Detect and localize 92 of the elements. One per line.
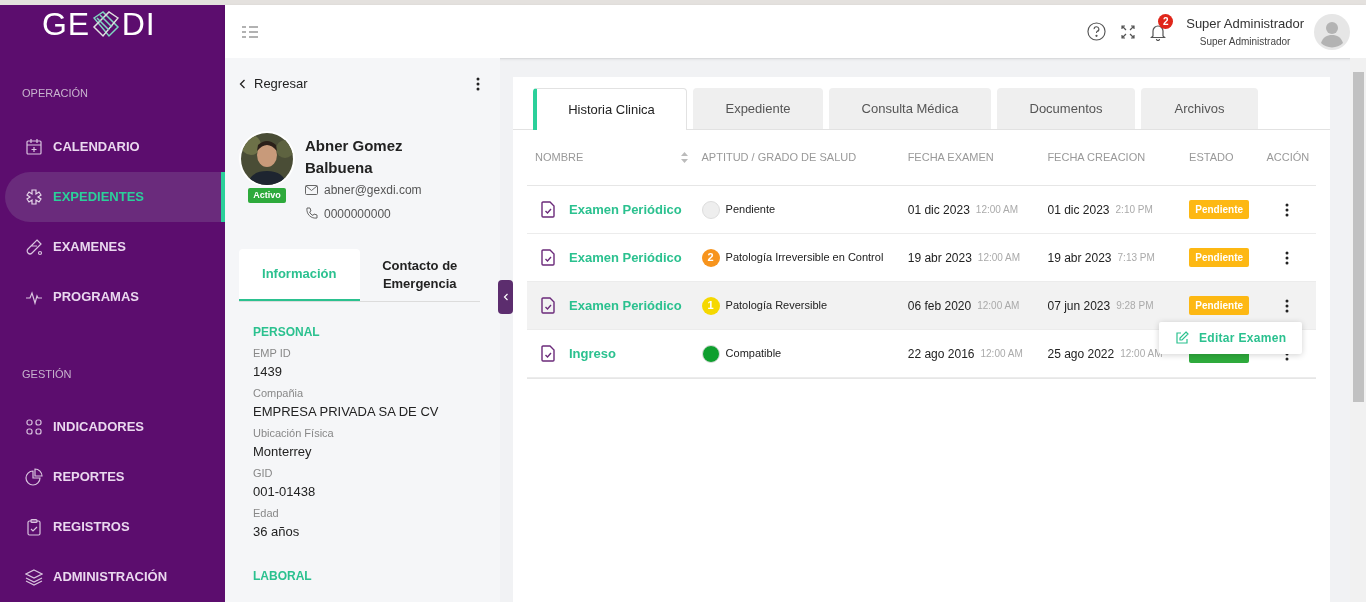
- column-header: APTITUD / GRADO DE SALUD: [701, 150, 857, 166]
- field-value: 1439: [253, 362, 283, 380]
- tab[interactable]: Documentos: [997, 88, 1135, 129]
- logo-icon: [90, 8, 121, 39]
- aptitude-text: Patología Irreversible en Control: [725, 250, 884, 266]
- date-text: 01 dic 2023: [1047, 201, 1110, 219]
- nav-item[interactable]: INDICADORES: [0, 402, 225, 452]
- email-text: abner@gexdi.com: [324, 181, 422, 199]
- date-text: 07 jun 2023: [1047, 297, 1111, 315]
- field-label: Compañia: [253, 385, 305, 401]
- date-text: 25 ago 2022: [1047, 345, 1115, 363]
- calendar-icon: [25, 137, 43, 156]
- layers-icon: [25, 568, 43, 586]
- chevron-left-icon: [502, 293, 509, 301]
- field-label: Ubicación Física: [253, 425, 335, 441]
- tab[interactable]: Archivos: [1141, 88, 1258, 129]
- column-header: ESTADO: [1189, 150, 1234, 166]
- section-title: GESTIÓN: [22, 367, 72, 380]
- section-heading: LABORAL: [253, 568, 312, 583]
- time-text: 7:13 PM: [1117, 251, 1155, 265]
- back-link[interactable]: Regresar: [239, 74, 308, 94]
- collapse-button[interactable]: [498, 280, 513, 314]
- field-value: Monterrey: [253, 442, 313, 460]
- date-text: 19 abr 2023: [1047, 249, 1112, 267]
- document-check-icon: [541, 345, 555, 362]
- fullscreen-icon[interactable]: [1120, 23, 1137, 40]
- more-icon: [1285, 202, 1290, 217]
- nav-item[interactable]: CALENDARIO: [0, 121, 225, 172]
- nav-item[interactable]: REPORTES: [0, 452, 225, 502]
- profile-tab[interactable]: Contacto de Emergencia: [359, 248, 480, 301]
- tab[interactable]: Historia Clinica: [533, 88, 687, 130]
- field-value: EMPRESA PRIVADA SA DE CV: [253, 402, 440, 420]
- more-icon: [1285, 298, 1290, 313]
- more-icon[interactable]: [476, 76, 480, 91]
- help-icon[interactable]: [1087, 22, 1107, 41]
- time-text: 12:00 AM: [980, 347, 1023, 361]
- logo-text: DI: [121, 7, 156, 40]
- grid-icon: [25, 418, 43, 436]
- status-badge: Pendiente: [1189, 296, 1250, 315]
- status-badge: Pendiente: [1189, 248, 1250, 267]
- nav-item[interactable]: REGISTROS: [0, 502, 225, 552]
- document-check-icon: [541, 249, 555, 266]
- field-label: EMP ID: [253, 345, 292, 361]
- time-text: 12:00 AM: [975, 203, 1019, 217]
- edit-icon: [1175, 331, 1189, 345]
- column-header: FECHA EXAMEN: [907, 150, 994, 166]
- aptitude-text: Patología Reversible: [725, 298, 828, 314]
- flower-icon: [25, 187, 43, 206]
- date-text: 22 ago 2016: [907, 345, 975, 363]
- logo-text: GE: [42, 7, 90, 40]
- time-text: 9:28 PM: [1116, 299, 1154, 313]
- patient-name: Abner Gomez: [305, 135, 404, 156]
- test-tube-icon: [25, 237, 43, 256]
- tab[interactable]: Expediente: [693, 88, 823, 129]
- phone-text: 0000000000: [324, 205, 391, 223]
- time-text: 12:00 AM: [977, 299, 1020, 313]
- mail-icon: [305, 184, 318, 195]
- tab[interactable]: Consulta Médica: [829, 88, 991, 129]
- nav-item[interactable]: ADMINISTRACIÓN: [0, 552, 225, 602]
- aptitude-text: Compatible: [725, 346, 782, 362]
- chevron-left-icon: [239, 78, 246, 89]
- field-value: 36 años: [253, 522, 301, 540]
- document-check-icon: [541, 201, 555, 218]
- user-role: Super Administrador: [1199, 34, 1291, 49]
- column-header: NOMBRE: [535, 150, 584, 166]
- scrollbar-thumb[interactable]: [1352, 72, 1364, 402]
- phone-icon: [305, 207, 318, 220]
- column-header: ACCIÓN: [1266, 150, 1310, 166]
- date-text: 06 feb 2020: [907, 297, 972, 315]
- more-icon: [1285, 250, 1290, 265]
- column-header: FECHA CREACION: [1047, 150, 1146, 166]
- aptitude-text: Pendiente: [725, 202, 776, 218]
- time-text: 12:00 AM: [977, 251, 1021, 265]
- patient-name: Balbuena: [305, 157, 374, 178]
- user-name: Super Administrador: [1186, 15, 1304, 34]
- nav-item[interactable]: PROGRAMAS: [0, 271, 225, 322]
- pie-chart-icon: [25, 468, 43, 486]
- status-badge: Pendiente: [1189, 200, 1250, 219]
- nav-item[interactable]: EXPEDIENTES: [5, 171, 225, 222]
- section-heading: PERSONAL: [253, 324, 320, 339]
- status-badge: Activo: [248, 187, 286, 203]
- document-check-icon: [541, 297, 555, 314]
- section-title: OPERACIÓN: [22, 87, 88, 99]
- nav-item[interactable]: EXAMENES: [0, 221, 225, 272]
- field-value: 001-01438: [253, 482, 317, 500]
- field-label: GID: [253, 465, 274, 481]
- field-label: Edad: [253, 505, 280, 521]
- date-text: 19 abr 2023: [907, 249, 972, 267]
- clipboard-check-icon: [25, 518, 43, 536]
- notification-badge: 2: [1158, 13, 1174, 29]
- time-text: 2:10 PM: [1115, 203, 1153, 217]
- date-text: 01 dic 2023: [907, 201, 970, 219]
